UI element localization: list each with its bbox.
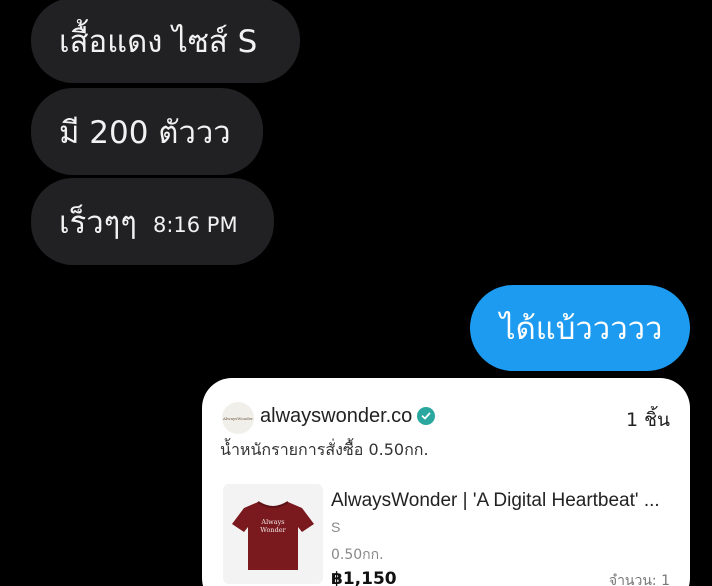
order-weight: น้ำหนักรายการสั่งซื้อ 0.50กก.	[220, 440, 429, 459]
shop-logo[interactable]: AlwaysWonder	[222, 402, 254, 434]
product-title[interactable]: AlwaysWonder | 'A Digital Heartbeat' ...	[331, 490, 660, 512]
incoming-message[interactable]: เร็วๆๆ 8:16 PM	[31, 178, 274, 265]
svg-text:Always: Always	[260, 518, 284, 526]
outgoing-message[interactable]: ได้แบ้ววววว	[470, 285, 690, 371]
message-text: ได้แบ้ววววว	[500, 311, 663, 347]
product-price: ฿1,150	[331, 569, 397, 586]
incoming-message[interactable]: เสื้อแดง ไซส์ S	[31, 0, 300, 83]
shop-logo-text: AlwaysWonder	[223, 415, 253, 421]
product-quantity: จำนวน: 1	[608, 573, 670, 586]
tshirt-icon: Always Wonder	[232, 501, 314, 570]
verified-badge-icon	[417, 407, 435, 425]
message-text: เร็วๆๆ	[59, 204, 137, 241]
message-text: มี 200 ตัววว	[59, 114, 231, 151]
item-count: 1 ชิ้น	[625, 409, 670, 431]
product-variant: S	[331, 519, 341, 535]
incoming-message[interactable]: มี 200 ตัววว	[31, 88, 263, 175]
message-text: เสื้อแดง ไซส์ S	[59, 23, 258, 60]
message-timestamp: 8:16 PM	[152, 212, 238, 237]
product-weight: 0.50กก.	[331, 547, 384, 563]
svg-text:Wonder: Wonder	[260, 526, 286, 534]
order-card[interactable]: AlwaysWonder alwayswonder.co 1 ชิ้น น้ำห…	[202, 378, 690, 586]
product-thumbnail[interactable]: Always Wonder	[223, 484, 323, 584]
shop-name[interactable]: alwayswonder.co	[260, 405, 412, 428]
